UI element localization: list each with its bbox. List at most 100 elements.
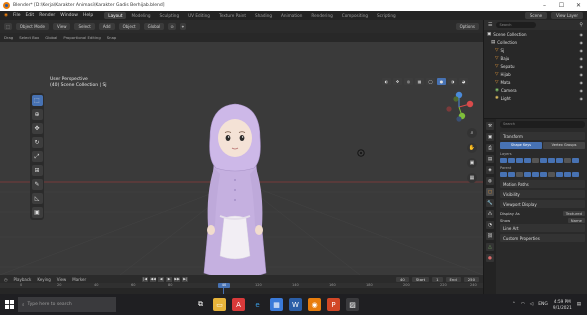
visibility-eye-icon[interactable]: ◉ xyxy=(580,96,587,101)
tab-layout[interactable]: Layout xyxy=(104,12,127,19)
parent-toggle[interactable] xyxy=(500,172,507,177)
visibility-eye-icon[interactable]: ◉ xyxy=(580,72,587,77)
tab-shading[interactable]: Shading xyxy=(251,12,276,19)
parent-toggle[interactable] xyxy=(524,172,531,177)
layer-toggle[interactable] xyxy=(540,158,547,163)
menu-edit[interactable]: Edit xyxy=(25,13,34,18)
add-cube-tool-icon[interactable]: ▣ xyxy=(31,207,43,218)
particles-tab-icon[interactable]: ⁂ xyxy=(486,210,494,218)
menu-timeline-view[interactable]: View xyxy=(57,277,67,282)
menu-select[interactable]: Select xyxy=(74,23,95,30)
material-shading-icon[interactable]: ◑ xyxy=(448,78,457,85)
xray-icon[interactable]: ▦ xyxy=(415,78,424,85)
network-icon[interactable]: ◠ xyxy=(521,302,525,307)
transform-panel[interactable]: Transform xyxy=(500,132,585,140)
outliner-row[interactable]: ▽ Hijab ◉ xyxy=(484,70,587,78)
data-tab-icon[interactable]: △ xyxy=(486,243,494,251)
parent-toggle[interactable] xyxy=(548,172,555,177)
vertex-groups-tab[interactable]: Vertex Groups xyxy=(543,142,585,149)
transform-orientation-setting[interactable]: Global xyxy=(45,35,57,40)
visibility-eye-icon[interactable]: ◉ xyxy=(580,40,587,45)
visibility-eye-icon[interactable]: ◉ xyxy=(580,32,587,37)
outliner-row[interactable]: ▽ Mata ◉ xyxy=(484,78,587,86)
ortho-grid-icon[interactable]: ▦ xyxy=(467,173,477,183)
rotate-tool-icon[interactable]: ↻ xyxy=(31,137,43,148)
parent-toggle[interactable] xyxy=(556,172,563,177)
select-box-setting[interactable]: Select Box xyxy=(19,35,39,40)
navigation-gizmo[interactable] xyxy=(442,90,476,124)
menu-marker[interactable]: Marker xyxy=(72,277,86,282)
layer-toggle[interactable] xyxy=(524,158,531,163)
snap-icon[interactable]: ⌖ xyxy=(179,23,186,30)
current-frame-field[interactable]: 40 xyxy=(395,276,409,282)
layer-toggle[interactable] xyxy=(572,158,579,163)
blender-menu-icon[interactable]: ◉ xyxy=(4,13,8,18)
motion-paths-panel[interactable]: Motion Paths xyxy=(500,180,585,188)
constraints-tab-icon[interactable]: ⛓ xyxy=(486,232,494,240)
outliner-row[interactable]: ▽ Baju ◉ xyxy=(484,54,587,62)
menu-add[interactable]: Add xyxy=(98,23,115,30)
tab-sculpting[interactable]: Sculpting xyxy=(156,12,184,19)
play-button[interactable]: ▶ xyxy=(166,276,173,282)
parent-toggle[interactable] xyxy=(516,172,523,177)
tab-texture-paint[interactable]: Texture Paint xyxy=(215,12,250,19)
minimize-button[interactable]: – xyxy=(536,2,553,9)
output-tab-icon[interactable]: ⎙ xyxy=(486,144,494,152)
layer-toggle[interactable] xyxy=(556,158,563,163)
parent-toggle[interactable] xyxy=(532,172,539,177)
edge-icon[interactable]: e xyxy=(251,298,264,311)
tab-modeling[interactable]: Modeling xyxy=(127,12,154,19)
drag-setting[interactable]: Drag xyxy=(4,35,13,40)
options-button[interactable]: Options xyxy=(455,23,479,30)
tab-animation[interactable]: Animation xyxy=(277,12,306,19)
photos-icon[interactable]: ▨ xyxy=(346,298,359,311)
shape-keys-tab[interactable]: Shape Keys xyxy=(500,142,542,149)
view-layer-tab-icon[interactable]: ▤ xyxy=(486,155,494,163)
overlay-toggle-icon[interactable]: ◎ xyxy=(404,78,413,85)
outliner-row[interactable]: ◉ Camera ◉ xyxy=(484,86,587,94)
pan-hand-icon[interactable]: ✋ xyxy=(467,143,477,153)
world-tab-icon[interactable]: ◍ xyxy=(486,177,494,185)
snap-setting[interactable]: Snap xyxy=(107,35,117,40)
light-object-icon[interactable] xyxy=(356,148,366,158)
editor-type-icon[interactable]: ⬚ xyxy=(4,23,12,30)
tab-rendering[interactable]: Rendering xyxy=(307,12,336,19)
task-view-icon[interactable]: ⧉ xyxy=(194,298,207,311)
viewport-display-panel[interactable]: Viewport Display xyxy=(500,200,585,208)
powerpoint-icon[interactable]: P xyxy=(327,298,340,311)
tray-chevron-icon[interactable]: ⌃ xyxy=(512,302,516,307)
menu-render[interactable]: Render xyxy=(39,13,55,18)
volume-icon[interactable]: ◁ xyxy=(530,302,533,307)
maximize-button[interactable]: ☐ xyxy=(553,2,570,9)
line-art-panel[interactable]: Line Art xyxy=(500,224,585,232)
taskbar-clock[interactable]: 4:59 PM 9/1/2021 xyxy=(553,299,572,311)
visibility-eye-icon[interactable]: ◉ xyxy=(580,64,587,69)
close-button[interactable]: ✕ xyxy=(570,2,587,9)
next-keyframe-button[interactable]: ▶▶ xyxy=(174,276,181,282)
material-tab-icon[interactable]: ● xyxy=(486,254,494,262)
play-reverse-button[interactable]: ◀ xyxy=(158,276,165,282)
show-name-checkbox[interactable]: Name xyxy=(567,218,585,223)
file-explorer-icon[interactable]: ▭ xyxy=(213,298,226,311)
timeline-ruler[interactable]: 0 20 40 60 80 120 140 160 180 200 220 24… xyxy=(0,283,483,288)
menu-keying[interactable]: Keying xyxy=(37,277,50,282)
store-icon[interactable]: ▦ xyxy=(270,298,283,311)
blender-taskbar-icon[interactable]: ◉ xyxy=(308,298,321,311)
camera-view-icon[interactable]: ▣ xyxy=(467,158,477,168)
select-tool-icon[interactable]: ⬚ xyxy=(31,95,43,106)
display-as-select[interactable]: Textured xyxy=(562,211,585,216)
pivot-icon[interactable]: ⊙ xyxy=(168,23,176,30)
word-icon[interactable]: W xyxy=(289,298,302,311)
outliner-row[interactable]: ▽ Sj ◉ xyxy=(484,46,587,54)
layer-toggle[interactable] xyxy=(508,158,515,163)
cursor-tool-icon[interactable]: ⊕ xyxy=(31,109,43,120)
menu-playback[interactable]: Playback xyxy=(14,277,32,282)
timeline[interactable]: 0 20 40 60 80 120 140 160 180 200 220 24… xyxy=(0,283,483,294)
layer-toggle[interactable] xyxy=(500,158,507,163)
visibility-eye-icon[interactable]: ◉ xyxy=(580,80,587,85)
move-tool-icon[interactable]: ✥ xyxy=(31,123,43,134)
playhead[interactable]: 40 xyxy=(218,283,230,288)
visibility-eye-icon[interactable]: ◉ xyxy=(580,48,587,53)
gizmo-toggle-icon[interactable]: ✥ xyxy=(393,78,402,85)
physics-tab-icon[interactable]: ◔ xyxy=(486,221,494,229)
